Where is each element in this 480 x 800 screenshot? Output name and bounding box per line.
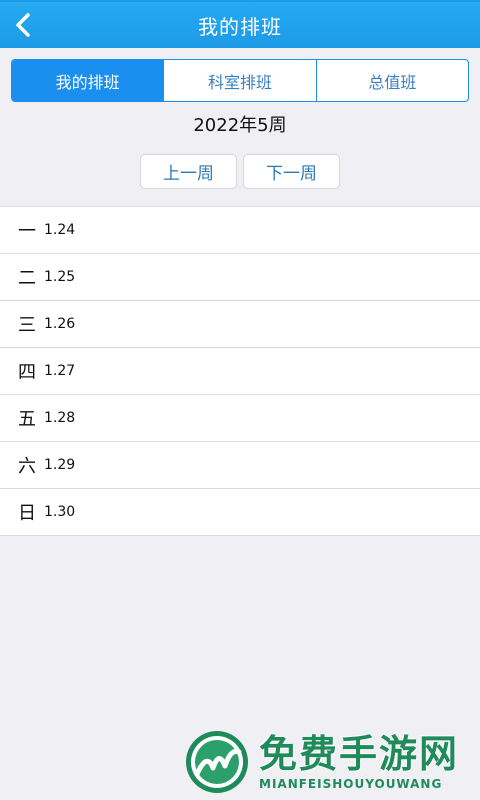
tab-department-schedule[interactable]: 科室排班 [163,60,315,101]
page-title: 我的排班 [198,14,282,39]
day-list: 一 1.24 二 1.25 三 1.26 四 1.27 五 1.28 六 1.2… [0,206,480,536]
tab-my-schedule[interactable]: 我的排班 [12,60,164,101]
day-date: 1.28 [44,410,76,426]
day-name: 四 [18,362,36,383]
day-name: 二 [18,268,36,289]
day-date: 1.30 [44,504,76,520]
day-date: 1.29 [44,457,76,473]
week-label: 2022年5周 [193,115,287,136]
app-header: 我的排班 [0,2,480,48]
day-name: 五 [18,409,36,430]
watermark-en: MIANFEISHOUYOUWANG [259,777,443,791]
chevron-left-icon [16,13,30,37]
day-date: 1.24 [44,222,76,238]
next-week-button[interactable]: 下一周 [243,154,340,189]
day-row-wed[interactable]: 三 1.26 [0,301,480,348]
watermark: 免费手游网 MIANFEISHOUYOUWANG [183,728,459,796]
day-name: 六 [18,456,36,477]
tab-bar: 我的排班 科室排班 总值班 [11,59,469,102]
day-date: 1.26 [44,316,76,332]
day-row-sun[interactable]: 日 1.30 [0,489,480,536]
day-row-thu[interactable]: 四 1.27 [0,348,480,395]
day-date: 1.27 [44,363,76,379]
watermark-text: 免费手游网 MIANFEISHOUYOUWANG [259,733,459,791]
previous-week-button[interactable]: 上一周 [140,154,237,189]
week-navigation: 上一周 下一周 [0,154,480,189]
tab-general-duty[interactable]: 总值班 [315,60,468,101]
day-name: 三 [18,315,36,336]
back-button[interactable] [6,6,40,44]
day-name: 日 [18,503,36,524]
day-row-sat[interactable]: 六 1.29 [0,442,480,489]
day-row-mon[interactable]: 一 1.24 [0,207,480,254]
day-row-tue[interactable]: 二 1.25 [0,254,480,301]
day-name: 一 [18,221,36,242]
day-row-fri[interactable]: 五 1.28 [0,395,480,442]
watermark-cn: 免费手游网 [259,732,460,776]
watermark-logo-icon [186,731,248,793]
day-date: 1.25 [44,269,76,285]
